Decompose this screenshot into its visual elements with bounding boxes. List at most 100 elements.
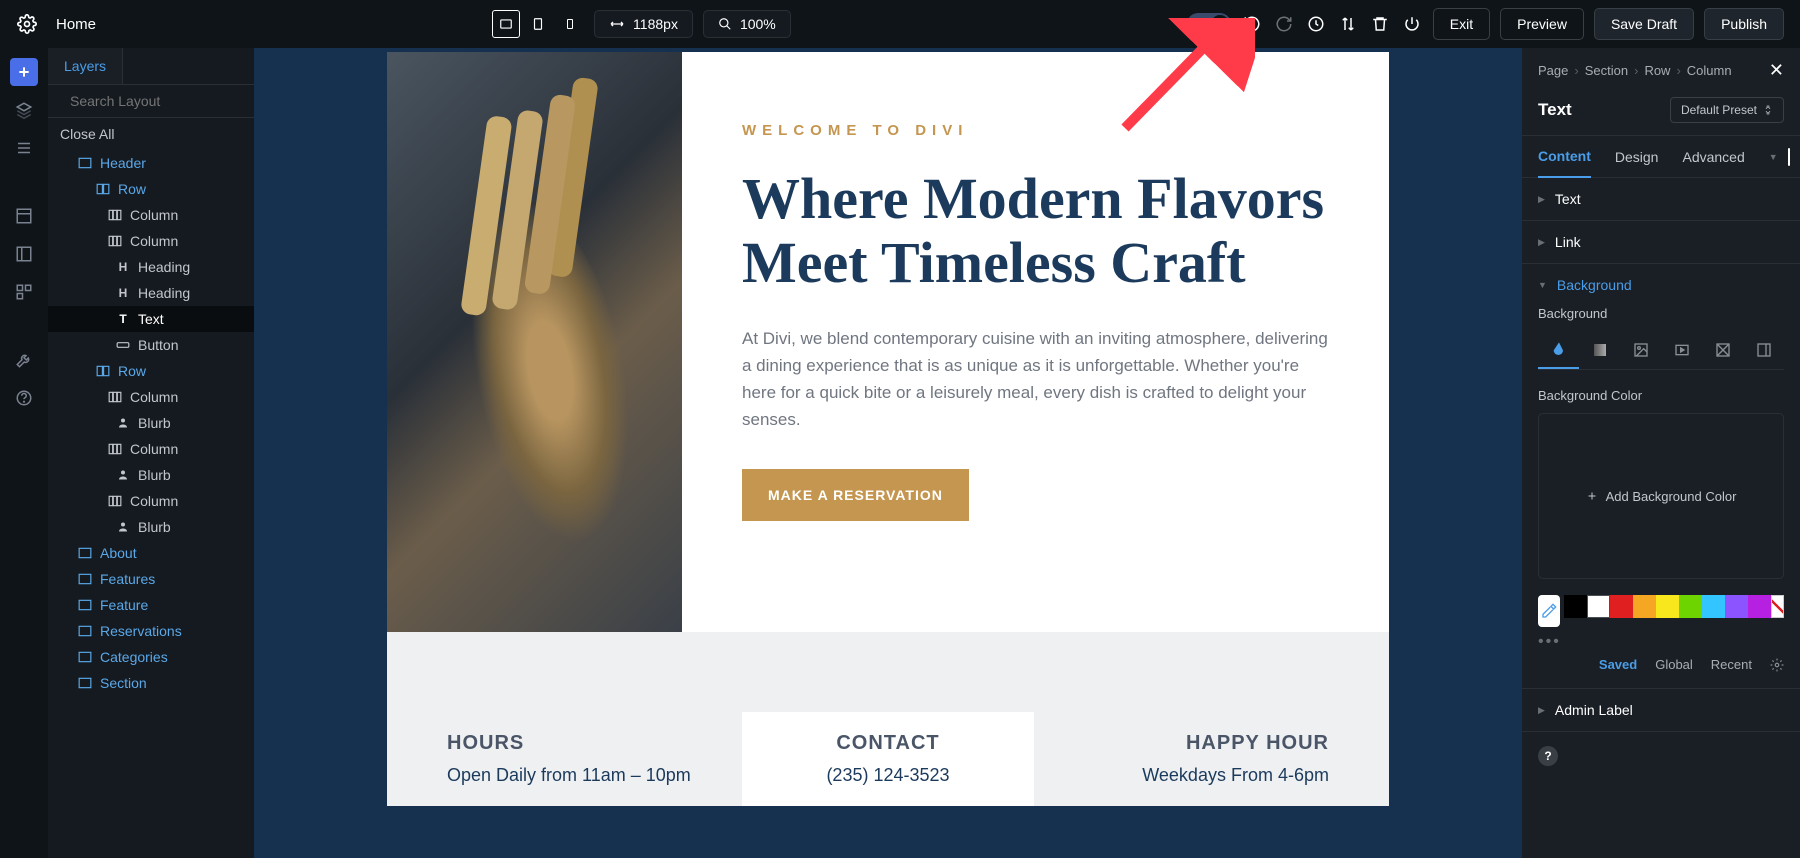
dropdown-icon[interactable]: ▼ bbox=[1769, 152, 1778, 162]
layer-item[interactable]: Section bbox=[48, 670, 254, 696]
tab-design[interactable]: Design bbox=[1615, 137, 1659, 177]
layer-item[interactable]: Features bbox=[48, 566, 254, 592]
layer-item[interactable]: Reservations bbox=[48, 618, 254, 644]
canvas-width-input[interactable]: 1188px bbox=[594, 10, 693, 38]
library-icon[interactable] bbox=[10, 278, 38, 306]
color-swatch[interactable] bbox=[1702, 595, 1725, 618]
template-icon[interactable] bbox=[10, 240, 38, 268]
section-background-head[interactable]: ▼Background bbox=[1522, 264, 1800, 306]
sort-icon[interactable] bbox=[1337, 13, 1359, 35]
hero-cta-button[interactable]: MAKE A RESERVATION bbox=[742, 469, 969, 521]
saved-tab[interactable]: Saved bbox=[1599, 657, 1637, 672]
search-input[interactable] bbox=[70, 93, 251, 109]
zoom-input[interactable]: 100% bbox=[703, 10, 791, 38]
bg-tab-image[interactable] bbox=[1620, 331, 1661, 369]
home-link[interactable]: Home bbox=[56, 16, 96, 33]
help-nav-icon[interactable] bbox=[10, 384, 38, 412]
power-icon[interactable] bbox=[1401, 13, 1423, 35]
crumb-column[interactable]: Column bbox=[1687, 63, 1732, 78]
layer-icon bbox=[116, 416, 130, 430]
exit-button[interactable]: Exit bbox=[1433, 8, 1490, 40]
wireframe-icon[interactable] bbox=[10, 202, 38, 230]
swatch-none[interactable] bbox=[1771, 595, 1784, 618]
bg-tab-gradient[interactable] bbox=[1579, 331, 1620, 369]
recent-tab[interactable]: Recent bbox=[1711, 657, 1752, 672]
color-swatch[interactable] bbox=[1679, 595, 1702, 618]
color-swatch[interactable] bbox=[1587, 595, 1610, 618]
gear-icon[interactable] bbox=[16, 13, 38, 35]
add-button[interactable] bbox=[10, 58, 38, 86]
layer-item[interactable]: Blurb bbox=[48, 462, 254, 488]
preview-button[interactable]: Preview bbox=[1500, 8, 1584, 40]
color-swatch[interactable] bbox=[1610, 595, 1633, 618]
hero-text[interactable]: At Divi, we blend contemporary cuisine w… bbox=[742, 325, 1329, 434]
layer-item[interactable]: TText bbox=[48, 306, 254, 332]
section-text-head[interactable]: ▶Text bbox=[1522, 178, 1800, 220]
color-swatch[interactable] bbox=[1725, 595, 1748, 618]
layer-item[interactable]: Column bbox=[48, 488, 254, 514]
swatch-eyedropper[interactable] bbox=[1538, 595, 1560, 627]
layers-nav-icon[interactable] bbox=[10, 96, 38, 124]
preset-button[interactable]: Default Preset bbox=[1670, 97, 1784, 123]
device-desktop-button[interactable] bbox=[492, 10, 520, 38]
layer-item[interactable]: Row bbox=[48, 358, 254, 384]
section-link-head[interactable]: ▶Link bbox=[1522, 221, 1800, 263]
layer-item[interactable]: Column bbox=[48, 436, 254, 462]
redo-icon[interactable] bbox=[1273, 13, 1295, 35]
more-dots-icon[interactable]: ••• bbox=[1538, 633, 1784, 651]
tab-advanced[interactable]: Advanced bbox=[1682, 137, 1744, 177]
device-tablet-button[interactable] bbox=[524, 10, 552, 38]
color-swatch[interactable] bbox=[1656, 595, 1679, 618]
save-draft-button[interactable]: Save Draft bbox=[1594, 8, 1694, 40]
crumb-section[interactable]: Section bbox=[1585, 63, 1628, 78]
bg-tab-video[interactable] bbox=[1661, 331, 1702, 369]
bg-tab-pattern[interactable] bbox=[1702, 331, 1743, 369]
color-swatch[interactable] bbox=[1564, 595, 1587, 618]
tab-content[interactable]: Content bbox=[1538, 136, 1591, 178]
history-icon[interactable] bbox=[1305, 13, 1327, 35]
undo-icon[interactable] bbox=[1241, 13, 1263, 35]
crumb-row[interactable]: Row bbox=[1644, 63, 1670, 78]
color-swatch[interactable] bbox=[1633, 595, 1656, 618]
add-bg-color-button[interactable]: Add Background Color bbox=[1538, 413, 1784, 579]
layer-item[interactable]: HHeading bbox=[48, 254, 254, 280]
layer-item[interactable]: Blurb bbox=[48, 514, 254, 540]
crumb-page[interactable]: Page bbox=[1538, 63, 1568, 78]
layer-item[interactable]: Button bbox=[48, 332, 254, 358]
close-icon[interactable]: ✕ bbox=[1769, 60, 1784, 81]
list-nav-icon[interactable] bbox=[10, 134, 38, 162]
info-col-happy-hour[interactable]: HAPPY HOUR Weekdays From 4-6pm bbox=[1058, 732, 1349, 806]
layer-item[interactable]: Blurb bbox=[48, 410, 254, 436]
hero-title[interactable]: Where Modern Flavors Meet Timeless Craft bbox=[742, 167, 1329, 295]
layer-item[interactable]: Categories bbox=[48, 644, 254, 670]
kicker-text[interactable]: WELCOME TO DIVI bbox=[742, 122, 1329, 139]
layer-item[interactable]: About bbox=[48, 540, 254, 566]
topbar-center: 1188px 100% bbox=[110, 10, 1173, 38]
dark-mode-toggle[interactable]: ☾ bbox=[1187, 13, 1231, 35]
info-col-contact[interactable]: CONTACT (235) 124-3523 bbox=[742, 712, 1033, 806]
canvas[interactable]: WELCOME TO DIVI Where Modern Flavors Mee… bbox=[254, 48, 1522, 858]
close-all-button[interactable]: Close All bbox=[48, 118, 254, 150]
layer-item[interactable]: Row bbox=[48, 176, 254, 202]
zoom-value: 100% bbox=[740, 16, 776, 32]
bg-tab-mask[interactable] bbox=[1743, 331, 1784, 369]
layers-tab[interactable]: Layers bbox=[48, 48, 123, 84]
layer-item[interactable]: Feature bbox=[48, 592, 254, 618]
section-admin-label-head[interactable]: ▶Admin Label bbox=[1522, 689, 1800, 731]
layer-item[interactable]: Header bbox=[48, 150, 254, 176]
layer-item[interactable]: Column bbox=[48, 384, 254, 410]
layer-item[interactable]: Column bbox=[48, 202, 254, 228]
trash-icon[interactable] bbox=[1369, 13, 1391, 35]
settings-icon[interactable] bbox=[1770, 658, 1784, 672]
device-mobile-button[interactable] bbox=[556, 10, 584, 38]
layer-item[interactable]: HHeading bbox=[48, 280, 254, 306]
layer-item[interactable]: Column bbox=[48, 228, 254, 254]
bg-tab-color[interactable] bbox=[1538, 331, 1579, 369]
publish-button[interactable]: Publish bbox=[1704, 8, 1784, 40]
help-icon[interactable]: ? bbox=[1538, 746, 1558, 766]
tools-icon[interactable] bbox=[10, 346, 38, 374]
global-tab[interactable]: Global bbox=[1655, 657, 1693, 672]
expand-icon[interactable] bbox=[1788, 148, 1790, 166]
info-col-hours[interactable]: HOURS Open Daily from 11am – 10pm bbox=[427, 732, 718, 806]
color-swatch[interactable] bbox=[1748, 595, 1771, 618]
